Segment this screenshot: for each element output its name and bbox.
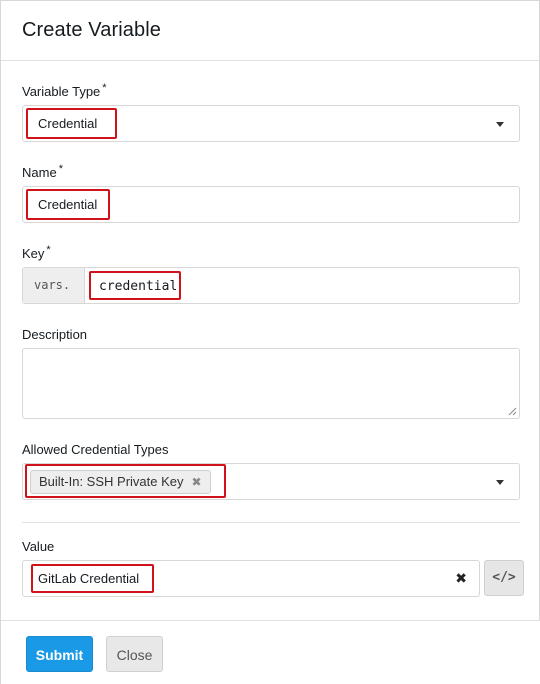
value-input-text: GitLab Credential <box>38 571 140 586</box>
code-toggle-button[interactable]: </> <box>484 560 524 596</box>
value-label: Value <box>22 539 55 554</box>
key-prefix: vars. <box>34 278 71 292</box>
required-asterisk: * <box>46 244 51 256</box>
key-label: Key * <box>22 244 51 261</box>
resize-grip-icon[interactable] <box>508 407 517 416</box>
name-input-value: Credential <box>38 197 98 212</box>
section-divider <box>22 522 520 523</box>
allowed-credential-types-label: Allowed Credential Types <box>22 442 169 457</box>
modal-header: Create Variable <box>1 1 540 61</box>
allowed-credential-types-select[interactable]: Built-In: SSH Private Key ✖ <box>22 463 520 500</box>
chip-label: Built-In: SSH Private Key <box>39 474 184 489</box>
caret-down-icon <box>496 480 504 485</box>
modal-title: Create Variable <box>22 19 161 41</box>
variable-type-label: Variable Type * <box>22 82 107 99</box>
variable-type-selected-value: Credential <box>38 116 98 131</box>
submit-button[interactable]: Submit <box>26 636 93 672</box>
key-input[interactable]: credential <box>99 279 177 294</box>
description-textarea[interactable] <box>22 348 520 419</box>
value-input[interactable]: GitLab Credential ✖ <box>22 560 480 597</box>
key-prefix-addon: vars. <box>23 268 85 303</box>
name-label: Name * <box>22 163 63 180</box>
name-input[interactable]: Credential <box>22 186 520 223</box>
close-button[interactable]: Close <box>106 636 163 672</box>
caret-down-icon <box>496 122 504 127</box>
variable-type-select[interactable]: Credential <box>22 105 520 142</box>
key-input-group: vars. credential <box>22 267 520 304</box>
clear-icon[interactable]: ✖ <box>455 570 467 587</box>
required-asterisk: * <box>58 163 63 175</box>
remove-chip-icon[interactable]: ✖ <box>192 475 202 489</box>
modal-footer: Submit Close <box>1 620 540 684</box>
credential-type-chip: Built-In: SSH Private Key ✖ <box>30 470 211 494</box>
create-variable-modal: Create Variable Variable Type * Credentia… <box>0 0 540 684</box>
required-asterisk: * <box>102 82 107 94</box>
description-label: Description <box>22 327 88 342</box>
